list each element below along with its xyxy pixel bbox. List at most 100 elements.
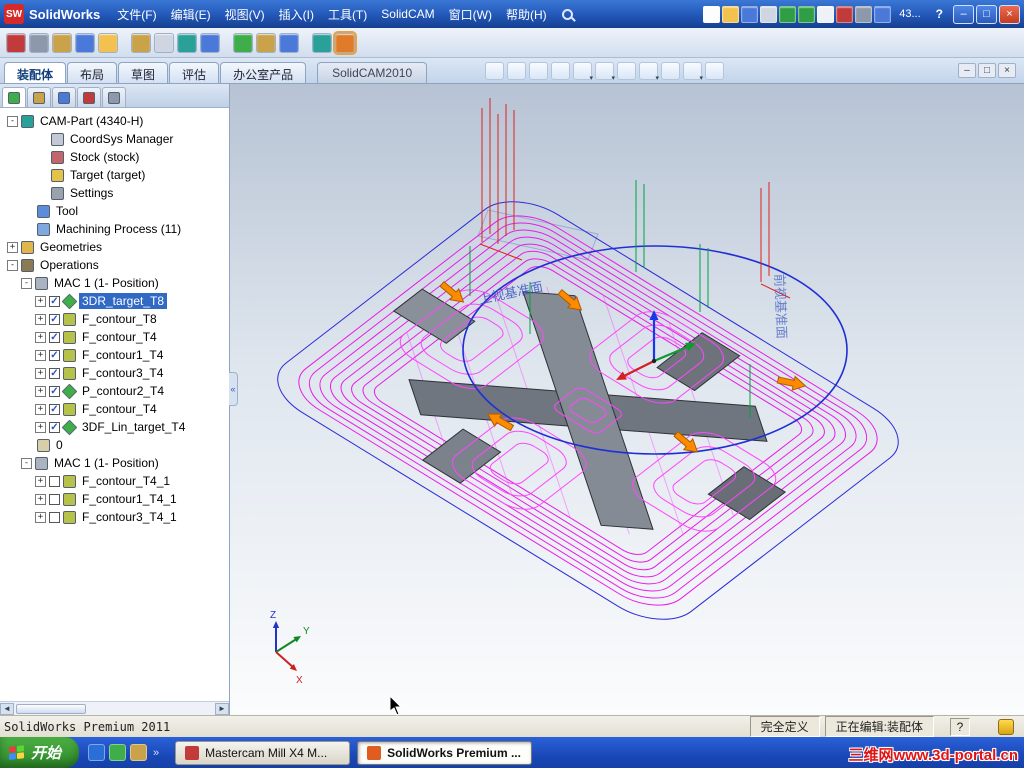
tree-row[interactable]: +✓P_contour2_T4 bbox=[2, 382, 229, 400]
tree-row[interactable]: Stock (stock) bbox=[2, 148, 229, 166]
tree-row[interactable]: Settings bbox=[2, 184, 229, 202]
checkbox-unchecked[interactable] bbox=[49, 494, 60, 505]
rebuild-icon[interactable] bbox=[836, 6, 853, 23]
menu-item-5[interactable]: SolidCAM bbox=[374, 4, 441, 24]
view-settings-icon[interactable]: ▾ bbox=[683, 62, 702, 80]
minimize-button[interactable]: – bbox=[953, 5, 974, 24]
tree-row[interactable]: -CAM-Part (4340-H) bbox=[2, 112, 229, 130]
command-tab-1[interactable]: 布局 bbox=[67, 62, 117, 83]
expand-icon[interactable]: + bbox=[35, 422, 46, 433]
expand-icon[interactable]: + bbox=[35, 386, 46, 397]
tree-row[interactable]: +✓3DF_Lin_target_T4 bbox=[2, 418, 229, 436]
collapse-icon[interactable]: - bbox=[21, 458, 32, 469]
checkbox-checked[interactable]: ✓ bbox=[49, 422, 60, 433]
component-move-icon[interactable] bbox=[233, 33, 253, 53]
save-icon[interactable] bbox=[741, 6, 758, 23]
coordinate-system-icon[interactable] bbox=[279, 33, 299, 53]
configuration-manager-tab[interactable] bbox=[77, 87, 101, 107]
doc-restore-button[interactable]: □ bbox=[978, 63, 996, 78]
assembly-icon[interactable] bbox=[177, 33, 197, 53]
column-settings-icon[interactable] bbox=[75, 33, 95, 53]
tree-row[interactable]: Machining Process (11) bbox=[2, 220, 229, 238]
command-tab-0[interactable]: 装配体 bbox=[4, 62, 66, 83]
solidcam-status-icon[interactable] bbox=[998, 719, 1014, 735]
new-document-icon[interactable] bbox=[703, 6, 720, 23]
menu-item-3[interactable]: 插入(I) bbox=[272, 3, 321, 26]
edit-appearance-icon[interactable]: ▾ bbox=[639, 62, 658, 80]
checkbox-checked[interactable]: ✓ bbox=[49, 368, 60, 379]
checkbox-checked[interactable]: ✓ bbox=[49, 296, 60, 307]
feature-manager-tab[interactable] bbox=[27, 87, 51, 107]
tree-row[interactable]: +✓F_contour3_T4 bbox=[2, 364, 229, 382]
command-tab-4[interactable]: 办公室产品 bbox=[220, 62, 306, 83]
scroll-right-arrow[interactable]: ► bbox=[215, 703, 229, 715]
menu-item-4[interactable]: 工具(T) bbox=[321, 3, 374, 26]
display-manager-tab[interactable] bbox=[102, 87, 126, 107]
zoom-fit-icon[interactable] bbox=[485, 62, 504, 80]
expand-icon[interactable]: + bbox=[35, 350, 46, 361]
tree-row[interactable]: -MAC 1 (1- Position) bbox=[2, 274, 229, 292]
expand-icon[interactable]: + bbox=[7, 242, 18, 253]
camera-icon[interactable] bbox=[705, 62, 724, 80]
doc-minimize-button[interactable]: – bbox=[958, 63, 976, 78]
expand-icon[interactable]: + bbox=[35, 404, 46, 415]
tree-row[interactable]: +✓F_contour1_T4 bbox=[2, 346, 229, 364]
menu-item-1[interactable]: 编辑(E) bbox=[164, 3, 218, 26]
tree-row[interactable]: +✓3DR_target_T8 bbox=[2, 292, 229, 310]
help-icon[interactable]: ? bbox=[936, 7, 943, 21]
machine-simulation-icon[interactable] bbox=[335, 33, 355, 53]
checkbox-checked[interactable]: ✓ bbox=[49, 350, 60, 361]
checkbox-checked[interactable]: ✓ bbox=[49, 332, 60, 343]
tree-row[interactable]: Target (target) bbox=[2, 166, 229, 184]
solidcam-manager-tab[interactable] bbox=[2, 87, 26, 107]
menu-item-0[interactable]: 文件(F) bbox=[110, 3, 163, 26]
toolbar-overflow-label[interactable]: 43... bbox=[899, 8, 920, 20]
restore-button[interactable]: □ bbox=[976, 5, 997, 24]
search-icon[interactable] bbox=[562, 9, 573, 20]
tree-row[interactable]: +F_contour1_T4_1 bbox=[2, 490, 229, 508]
property-manager-tab[interactable] bbox=[52, 87, 76, 107]
select-pointer-icon[interactable] bbox=[817, 6, 834, 23]
checkbox-checked[interactable]: ✓ bbox=[49, 386, 60, 397]
quick-launch-overflow-icon[interactable]: » bbox=[153, 747, 159, 759]
menu-item-2[interactable]: 视图(V) bbox=[218, 3, 272, 26]
new-window-icon[interactable] bbox=[154, 33, 174, 53]
open-icon[interactable] bbox=[722, 6, 739, 23]
collapse-icon[interactable]: - bbox=[7, 116, 18, 127]
task-list-icon[interactable] bbox=[874, 6, 891, 23]
internet-explorer-icon[interactable] bbox=[88, 744, 105, 761]
section-view-icon[interactable] bbox=[551, 62, 570, 80]
macro-icon[interactable] bbox=[131, 33, 151, 53]
display-style-icon[interactable]: ▾ bbox=[595, 62, 614, 80]
start-button[interactable]: 开始 bbox=[0, 737, 79, 768]
media-player-icon[interactable] bbox=[130, 744, 147, 761]
panel-collapse-handle[interactable]: « bbox=[229, 372, 238, 406]
tree-row[interactable]: -MAC 1 (1- Position) bbox=[2, 454, 229, 472]
pattern-icon[interactable] bbox=[256, 33, 276, 53]
view-orientation-icon[interactable]: ▾ bbox=[573, 62, 592, 80]
options-icon[interactable] bbox=[855, 6, 872, 23]
tree-row[interactable]: +✓F_contour_T8 bbox=[2, 310, 229, 328]
hide-items-icon[interactable] bbox=[617, 62, 636, 80]
tree-row[interactable]: -Operations bbox=[2, 256, 229, 274]
tree-row[interactable]: CoordSys Manager bbox=[2, 130, 229, 148]
status-help-button[interactable]: ? bbox=[950, 718, 970, 736]
show-desktop-icon[interactable] bbox=[109, 744, 126, 761]
zoom-area-icon[interactable] bbox=[507, 62, 526, 80]
expand-icon[interactable]: + bbox=[35, 296, 46, 307]
expand-icon[interactable]: + bbox=[35, 368, 46, 379]
pin-icon[interactable] bbox=[6, 33, 26, 53]
tree-row[interactable]: +F_contour3_T4_1 bbox=[2, 508, 229, 526]
taskbar-task-1[interactable]: SolidWorks Premium ... bbox=[357, 741, 532, 765]
checkbox-checked[interactable]: ✓ bbox=[49, 404, 60, 415]
screen-split-icon[interactable] bbox=[29, 33, 49, 53]
scroll-left-arrow[interactable]: ◄ bbox=[0, 703, 14, 715]
tool-table-icon[interactable] bbox=[312, 33, 332, 53]
redo-icon[interactable] bbox=[798, 6, 815, 23]
scroll-thumb[interactable] bbox=[16, 704, 86, 714]
command-tab-3[interactable]: 评估 bbox=[169, 62, 219, 83]
doc-close-button[interactable]: × bbox=[998, 63, 1016, 78]
command-tab-2[interactable]: 草图 bbox=[118, 62, 168, 83]
undo-icon[interactable] bbox=[779, 6, 796, 23]
checkbox-unchecked[interactable] bbox=[49, 512, 60, 523]
